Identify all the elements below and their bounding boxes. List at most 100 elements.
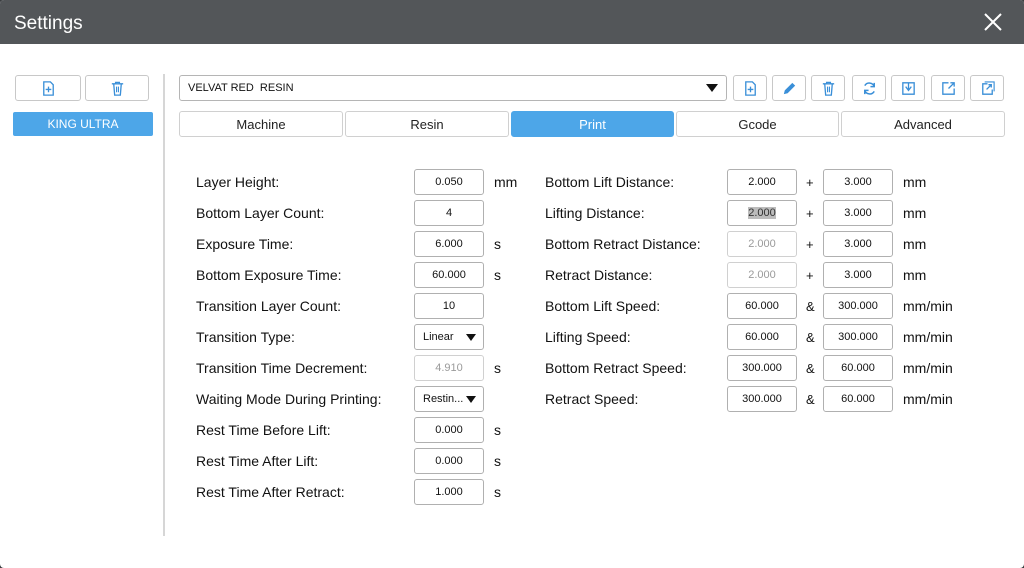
tab-resin[interactable]: Resin <box>345 111 509 137</box>
tab-advanced[interactable]: Advanced <box>841 111 1005 137</box>
bottom-retract-speed-input-2[interactable] <box>823 355 893 381</box>
refresh-profile-button[interactable] <box>852 75 886 101</box>
rename-profile-button[interactable] <box>772 75 806 101</box>
retract-distance-unit: mm <box>903 267 927 283</box>
layer-height-label: Layer Height: <box>196 174 280 190</box>
lifting-distance-label: Lifting Distance: <box>545 205 645 221</box>
bottom-layer-count-input[interactable] <box>414 200 484 226</box>
layer-height-input[interactable] <box>414 169 484 195</box>
bottom-lift-speed-input-1[interactable] <box>727 293 797 319</box>
lifting-distance-operator: + <box>806 206 814 221</box>
tab-machine[interactable]: Machine <box>179 111 343 137</box>
bottom-lift-distance-input-2[interactable] <box>823 169 893 195</box>
retract-distance-operator: + <box>806 268 814 283</box>
bottom-retract-distance-input-2[interactable] <box>823 231 893 257</box>
waiting-mode-during-printing-label: Waiting Mode During Printing: <box>196 391 382 407</box>
bottom-layer-count-label: Bottom Layer Count: <box>196 205 325 221</box>
add-file-icon <box>744 80 756 96</box>
tab-gcode[interactable]: Gcode <box>676 111 839 137</box>
export-all-icon <box>981 80 995 95</box>
chevron-down-icon <box>706 84 718 92</box>
retract-speed-unit: mm/min <box>903 391 953 407</box>
transition-time-decrement-input[interactable] <box>414 355 484 381</box>
lifting-speed-unit: mm/min <box>903 329 953 345</box>
window-title: Settings <box>14 13 83 34</box>
bottom-lift-distance-operator: + <box>806 175 814 190</box>
retract-speed-input-1[interactable] <box>727 386 797 412</box>
delete-profile-button[interactable] <box>811 75 845 101</box>
bottom-exposure-time-input[interactable] <box>414 262 484 288</box>
transition-time-decrement-label: Transition Time Decrement: <box>196 360 368 376</box>
lifting-speed-input-1[interactable] <box>727 324 797 350</box>
bottom-lift-speed-unit: mm/min <box>903 298 953 314</box>
waiting-mode-during-printing-select[interactable]: Restin... <box>414 386 484 412</box>
rest-time-after-lift-input[interactable] <box>414 448 484 474</box>
transition-layer-count-label: Transition Layer Count: <box>196 298 341 314</box>
rest-time-after-retract-unit: s <box>494 484 501 500</box>
chevron-down-icon <box>466 334 476 341</box>
bottom-lift-distance-input-1[interactable] <box>727 169 797 195</box>
bottom-lift-distance-unit: mm <box>903 174 927 190</box>
trash-icon <box>111 81 123 96</box>
lifting-speed-label: Lifting Speed: <box>545 329 631 345</box>
retract-distance-label: Retract Distance: <box>545 267 653 283</box>
exposure-time-input[interactable] <box>414 231 484 257</box>
bottom-retract-speed-operator: & <box>806 361 815 376</box>
lifting-distance-unit: mm <box>903 205 927 221</box>
rest-time-before-lift-input[interactable] <box>414 417 484 443</box>
lifting-distance-input-1[interactable]: 2.000 <box>727 200 797 226</box>
waiting-mode-during-printing-select-value: Restin... <box>423 393 464 405</box>
add-machine-button[interactable] <box>15 75 81 101</box>
chevron-down-icon <box>466 396 476 403</box>
pencil-icon <box>783 82 795 94</box>
delete-machine-button[interactable] <box>85 75 149 101</box>
rest-time-after-lift-label: Rest Time After Lift: <box>196 453 319 469</box>
layer-height-unit: mm <box>494 174 518 190</box>
rest-time-after-lift-unit: s <box>494 453 501 469</box>
retract-speed-operator: & <box>806 392 815 407</box>
retract-distance-input-2[interactable] <box>823 262 893 288</box>
title-bar: Settings <box>0 0 1024 44</box>
bottom-exposure-time-label: Bottom Exposure Time: <box>196 267 342 283</box>
bottom-lift-speed-operator: & <box>806 299 815 314</box>
import-profile-button[interactable] <box>891 75 925 101</box>
profile-select-value: VELVAT RED RESIN <box>188 82 294 94</box>
lifting-distance-input-1-value: 2.000 <box>748 207 776 219</box>
bottom-retract-speed-input-1[interactable] <box>727 355 797 381</box>
transition-layer-count-input[interactable] <box>414 293 484 319</box>
transition-type-select-value: Linear <box>423 331 454 343</box>
bottom-retract-distance-input-1[interactable] <box>727 231 797 257</box>
rest-time-after-retract-input[interactable] <box>414 479 484 505</box>
bottom-retract-distance-unit: mm <box>903 236 927 252</box>
lifting-speed-input-2[interactable] <box>823 324 893 350</box>
transition-time-decrement-unit: s <box>494 360 501 376</box>
bottom-lift-speed-input-2[interactable] <box>823 293 893 319</box>
transition-type-label: Transition Type: <box>196 329 295 345</box>
import-icon <box>901 81 915 95</box>
bottom-retract-speed-label: Bottom Retract Speed: <box>545 360 687 376</box>
retract-speed-label: Retract Speed: <box>545 391 639 407</box>
retract-speed-input-2[interactable] <box>823 386 893 412</box>
rest-time-after-retract-label: Rest Time After Retract: <box>196 484 345 500</box>
exposure-time-unit: s <box>494 236 501 252</box>
bottom-exposure-time-unit: s <box>494 267 501 283</box>
tab-print[interactable]: Print <box>511 111 674 137</box>
exposure-time-label: Exposure Time: <box>196 236 294 252</box>
profile-select[interactable]: VELVAT RED RESIN <box>179 75 727 101</box>
close-icon[interactable] <box>980 9 1006 35</box>
settings-window: Settings KING ULTRA VELVAT RED RESIN Mac… <box>0 0 1024 568</box>
bottom-retract-distance-label: Bottom Retract Distance: <box>545 236 701 252</box>
retract-distance-input-1[interactable] <box>727 262 797 288</box>
trash-icon <box>822 81 834 96</box>
transition-type-select[interactable]: Linear <box>414 324 484 350</box>
divider <box>163 74 165 536</box>
add-profile-button[interactable] <box>733 75 767 101</box>
bottom-retract-distance-operator: + <box>806 237 814 252</box>
refresh-icon <box>863 81 875 95</box>
rest-time-before-lift-unit: s <box>494 422 501 438</box>
export-all-profiles-button[interactable] <box>970 75 1004 101</box>
add-file-icon <box>42 80 54 96</box>
lifting-distance-input-2[interactable] <box>823 200 893 226</box>
machine-list-item[interactable]: KING ULTRA <box>13 112 153 136</box>
export-profile-button[interactable] <box>931 75 965 101</box>
